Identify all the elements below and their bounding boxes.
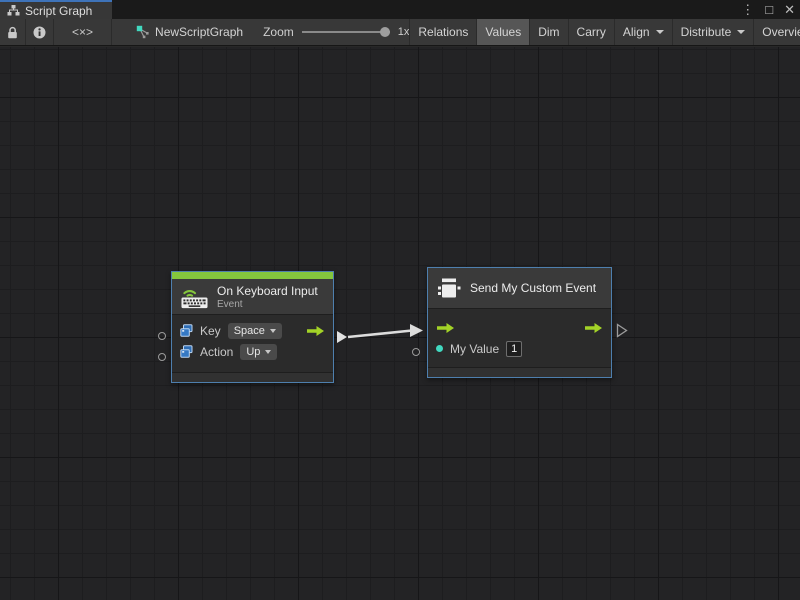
zoom-slider-knob[interactable]	[380, 27, 390, 37]
action-external-port-circle[interactable]	[158, 353, 166, 361]
script-graph-window: Script Graph ⋮ □ ✕ <×>	[0, 0, 800, 600]
tab-title: Script Graph	[25, 4, 92, 18]
chevron-down-icon	[737, 30, 745, 34]
chevron-down-icon	[270, 329, 276, 333]
values-button[interactable]: Values	[476, 19, 529, 45]
distribute-dropdown[interactable]: Distribute	[672, 19, 754, 45]
maximize-icon[interactable]: □	[765, 0, 773, 19]
toolbar-right-group: Relations Values Dim Carry Align Distrib…	[409, 19, 800, 45]
align-dropdown[interactable]: Align	[614, 19, 672, 45]
lock-icon	[7, 26, 18, 39]
script-graph-asset-icon	[136, 25, 150, 39]
chevron-down-icon	[656, 30, 664, 34]
window-controls: ⋮ □ ✕	[741, 0, 795, 19]
tab-script-graph[interactable]: Script Graph	[0, 0, 112, 19]
graph-hierarchy-icon	[7, 4, 20, 17]
node-body: My Value 1	[428, 309, 611, 363]
custom-event-icon	[437, 277, 461, 300]
code-view-button[interactable]: <×>	[54, 19, 112, 45]
graph-name-label: NewScriptGraph	[155, 25, 243, 39]
event-strip	[172, 272, 333, 279]
control-output-port[interactable]	[306, 325, 325, 337]
port-label-action: Action	[200, 345, 233, 359]
send-output-triangle-port[interactable]	[616, 323, 628, 338]
zoom-label: Zoom	[263, 25, 294, 39]
node-title: On Keyboard Input	[217, 284, 318, 298]
node-body: Key Space Action Up	[172, 315, 333, 366]
values-label: Values	[485, 25, 521, 39]
dim-button[interactable]: Dim	[529, 19, 567, 45]
relations-button[interactable]: Relations	[409, 19, 476, 45]
graph-canvas[interactable]	[0, 47, 800, 600]
port-label-key: Key	[200, 324, 221, 338]
port-row-control	[436, 317, 603, 338]
node-on-keyboard-input[interactable]: On Keyboard Input Event Key Space	[171, 271, 334, 383]
node-footer	[172, 372, 333, 382]
key-external-port-circle[interactable]	[158, 332, 166, 340]
my-value-input[interactable]: 1	[506, 341, 522, 357]
zoom-value: 1x	[398, 26, 410, 38]
distribute-label: Distribute	[681, 25, 732, 39]
toolbar: <×> NewScriptGraph Zoom 1x Relations	[0, 19, 800, 46]
enum-object-icon	[180, 324, 193, 337]
dim-label: Dim	[538, 25, 559, 39]
port-row-key: Key Space	[180, 320, 325, 341]
port-label-my-value: My Value	[450, 342, 499, 356]
value-input-port[interactable]	[436, 345, 443, 352]
lock-button[interactable]	[0, 19, 26, 45]
carry-label: Carry	[577, 25, 606, 39]
action-dropdown-value: Up	[246, 346, 260, 358]
more-menu-icon[interactable]: ⋮	[741, 0, 754, 19]
zoom-control: Zoom 1x	[263, 19, 409, 45]
chevron-down-icon	[265, 350, 271, 354]
zoom-slider[interactable]	[302, 26, 390, 38]
action-dropdown[interactable]: Up	[240, 344, 277, 360]
overview-button[interactable]: Overview	[753, 19, 800, 45]
info-icon	[33, 26, 46, 39]
node-header[interactable]: On Keyboard Input Event	[172, 279, 333, 315]
keyboard-icon	[181, 285, 208, 309]
my-value-external-port-circle[interactable]	[412, 348, 420, 356]
overview-label: Overview	[762, 25, 800, 39]
node-title: Send My Custom Event	[470, 281, 596, 295]
close-icon[interactable]: ✕	[784, 0, 795, 19]
enum-object-icon	[180, 345, 193, 358]
zoom-slider-track[interactable]	[302, 31, 390, 33]
key-dropdown[interactable]: Space	[228, 323, 282, 339]
node-send-my-custom-event[interactable]: Send My Custom Event My Value 1	[427, 267, 612, 378]
node-footer	[428, 367, 611, 377]
relations-label: Relations	[418, 25, 468, 39]
node-subtitle: Event	[217, 299, 318, 310]
control-output-port[interactable]	[584, 322, 603, 334]
titlebar: Script Graph ⋮ □ ✕	[0, 0, 800, 19]
port-row-action: Action Up	[180, 341, 325, 362]
key-dropdown-value: Space	[234, 325, 265, 337]
control-input-port[interactable]	[436, 322, 455, 334]
port-row-my-value: My Value 1	[436, 338, 603, 359]
keyboard-output-triangle-port[interactable]	[337, 331, 347, 343]
graph-name-group[interactable]: NewScriptGraph	[136, 19, 243, 45]
carry-button[interactable]: Carry	[568, 19, 614, 45]
info-button[interactable]	[26, 19, 54, 45]
align-label: Align	[623, 25, 650, 39]
node-header[interactable]: Send My Custom Event	[428, 268, 611, 309]
code-icon: <×>	[72, 25, 93, 39]
node-header-text: On Keyboard Input Event	[217, 284, 318, 310]
